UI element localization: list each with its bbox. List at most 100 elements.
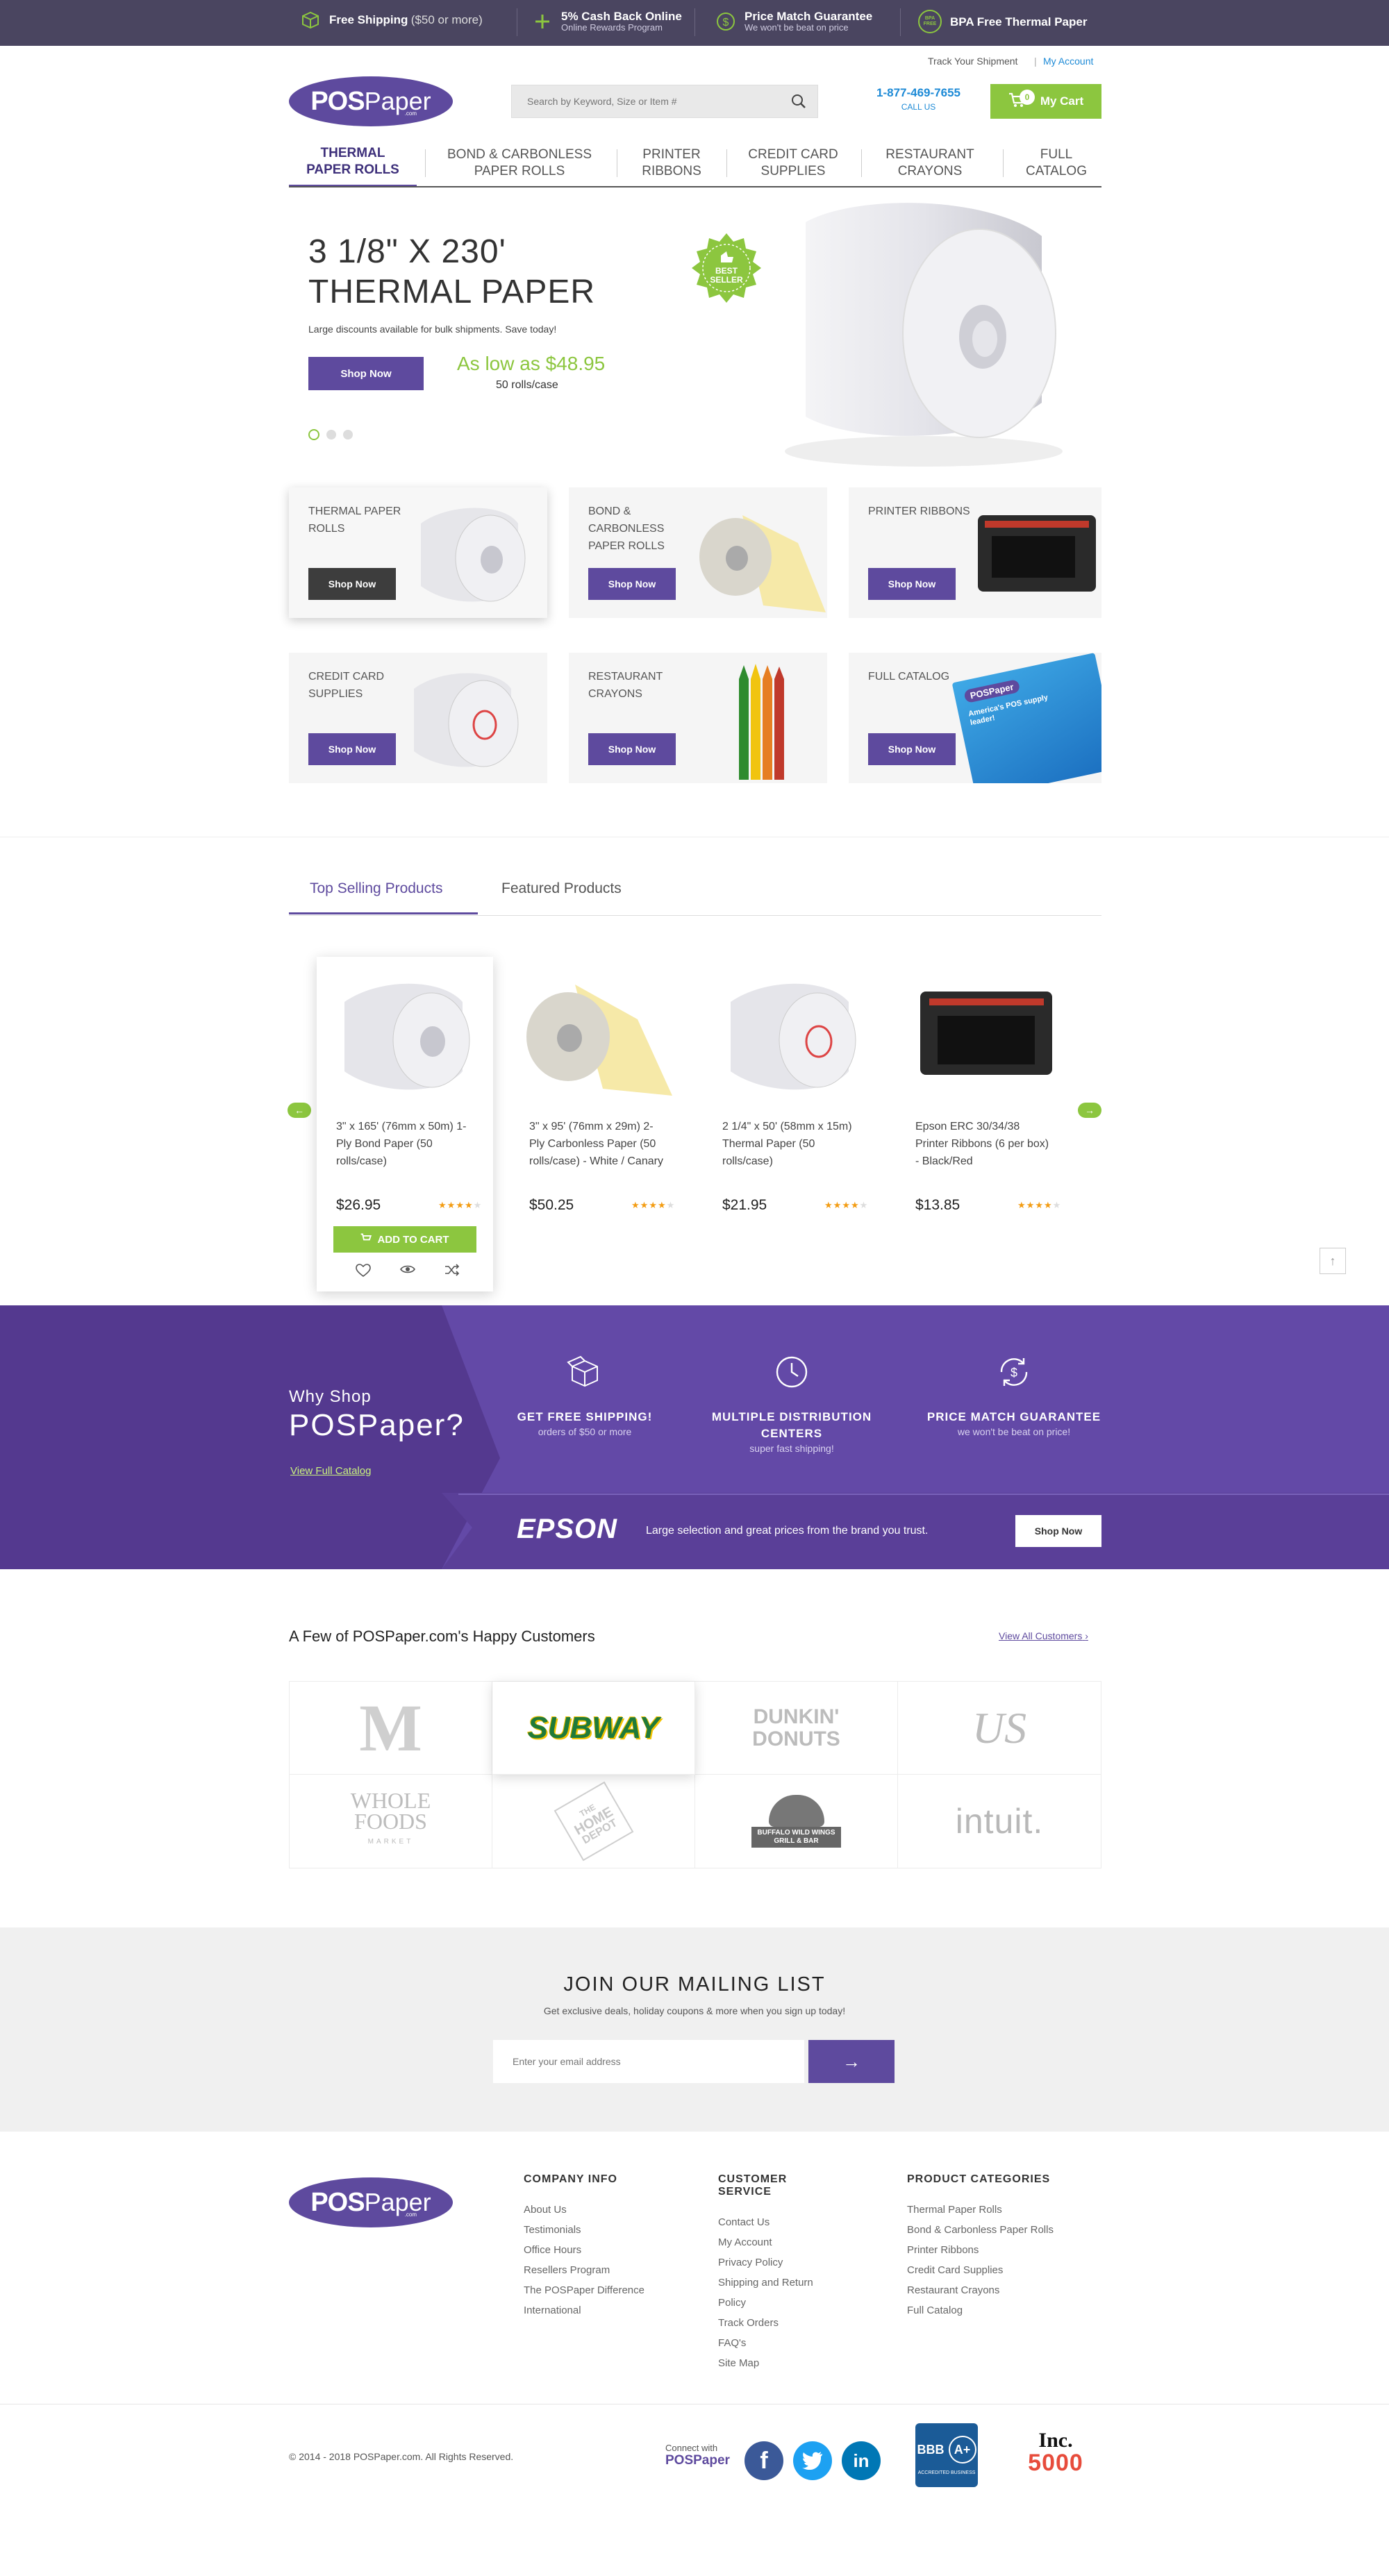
add-to-cart-button[interactable]: ADD TO CART [333,1226,476,1253]
footer-logo[interactable]: POS Paper .com [289,2177,453,2227]
why-feature-sub: orders of $50 or more [538,1426,632,1437]
product-name[interactable]: 2 1/4" x 50' (58mm x 15m) Thermal Paper … [722,1118,861,1170]
hero-title: 3 1/8" X 230' THERMAL PAPER [308,232,595,312]
category-label: FULL CATALOG [868,671,950,683]
site-logo[interactable]: POS Paper .com [289,76,453,126]
footer-link-international[interactable]: International [524,2300,644,2320]
carousel-dot[interactable] [326,430,336,440]
search-icon[interactable] [791,94,806,112]
footer-link-my-account[interactable]: My Account [718,2232,829,2252]
footer-link-site-map[interactable]: Site Map [718,2353,829,2373]
tab-top-selling[interactable]: Top Selling Products [310,880,442,897]
product-name[interactable]: 3" x 95' (76mm x 29m) 2-Ply Carbonless P… [529,1118,668,1170]
inc-5000-badge[interactable]: Inc. 5000 [1010,2430,1101,2475]
my-account-link[interactable]: My Account [1043,56,1093,67]
footer-link-office-hours[interactable]: Office Hours [524,2240,644,2260]
search-input[interactable] [512,85,769,117]
chevron-right-icon: › [1085,1630,1088,1641]
logo-text: M [359,1691,422,1765]
epson-shop-now-button[interactable]: Shop Now [1015,1515,1101,1547]
product-name[interactable]: Epson ERC 30/34/38 Printer Ribbons (6 pe… [915,1118,1054,1170]
product-card[interactable]: 2 1/4" x 50' (58mm x 15m) Thermal Paper … [703,957,879,1291]
footer-link-testimonials[interactable]: Testimonials [524,2220,644,2240]
tab-featured[interactable]: Featured Products [501,880,622,897]
promo-free-shipping[interactable]: Free Shipping ($50 or more) [300,10,483,31]
quick-view-eye-icon[interactable] [400,1264,415,1275]
footer-link-track-orders[interactable]: Track Orders [718,2313,829,2333]
footer-link-about[interactable]: About Us [524,2200,644,2220]
price-prefix: As low as [457,353,540,374]
category-shop-now-button[interactable]: Shop Now [588,568,676,600]
star-icon: ★ [438,1200,447,1210]
nav-printer-ribbons[interactable]: PRINTER RIBBONS [625,139,718,187]
promo-main: Free Shipping [329,13,408,26]
product-card[interactable]: Epson ERC 30/34/38 Printer Ribbons (6 pe… [896,957,1072,1291]
footer-link-ribbons[interactable]: Printer Ribbons [907,2240,1054,2260]
view-all-customers-link[interactable]: View All Customers › [999,1630,1088,1641]
footer-link-crayons[interactable]: Restaurant Crayons [907,2280,1054,2300]
category-shop-now-button[interactable]: Shop Now [868,733,956,765]
why-big-title: POSPaper? [289,1408,465,1442]
promo-cash-back[interactable]: 5% Cash Back Online Online Rewards Progra… [532,10,682,33]
star-icon: ★ [833,1200,842,1210]
track-shipment-link[interactable]: Track Your Shipment [928,56,1017,67]
category-card-crayons[interactable]: RESTAURANT CRAYONS Shop Now [569,653,827,783]
category-card-full-catalog[interactable]: FULL CATALOG Shop Now POSPaper America's… [849,653,1101,783]
star-icon: ★ [666,1200,676,1210]
bbb-rating: A+ [948,2436,976,2464]
plus-icon [532,11,553,32]
nav-restaurant-crayons[interactable]: RESTAURANT CRAYONS [870,139,990,187]
carousel-next-button[interactable]: → [1078,1103,1101,1118]
product-card[interactable]: 3" x 95' (76mm x 29m) 2-Ply Carbonless P… [510,957,686,1291]
product-name[interactable]: 3" x 165' (76mm x 50m) 1-Ply Bond Paper … [336,1118,475,1170]
category-shop-now-button[interactable]: Shop Now [588,733,676,765]
nav-full-catalog[interactable]: FULL CATALOG [1011,139,1101,187]
carousel-dot-active[interactable] [308,429,319,440]
catalog-logo: POSPaper [963,678,1021,704]
bbb-accredited-badge[interactable]: BBB A+ ACCREDITED BUSINESS [915,2423,978,2487]
category-card-printer-ribbons[interactable]: PRINTER RIBBONS Shop Now [849,487,1101,618]
view-full-catalog-link[interactable]: View Full Catalog [290,1465,371,1477]
product-card[interactable]: 3" x 165' (76mm x 50m) 1-Ply Bond Paper … [317,957,493,1291]
footer-link-thermal[interactable]: Thermal Paper Rolls [907,2200,1054,2220]
category-shop-now-button[interactable]: Shop Now [308,733,396,765]
cart-button[interactable]: 0 My Cart [990,84,1101,119]
category-card-bond-carbonless[interactable]: BOND & CARBONLESS PAPER ROLLS Shop Now [569,487,827,618]
promo-price-match[interactable]: $ Price Match Guarantee We won't be beat … [715,10,872,33]
email-input[interactable] [493,2040,804,2083]
phone-block[interactable]: 1-877-469-7655 CALL US [868,86,969,112]
category-card-credit-card[interactable]: CREDIT CARD SUPPLIES Shop Now [289,653,547,783]
box-icon [300,10,321,31]
footer-link-privacy[interactable]: Privacy Policy [718,2252,829,2273]
footer-link-shipping-return[interactable]: Shipping and Return Policy [718,2273,829,2313]
nav-bond-carbonless[interactable]: BOND & CARBONLESS PAPER ROLLS [433,139,606,187]
nav-thermal-paper-rolls[interactable]: THERMAL PAPER ROLLS [289,139,417,187]
footer-link-difference[interactable]: The POSPaper Difference [524,2280,644,2300]
back-to-top-button[interactable]: ↑ [1320,1248,1346,1274]
carousel-prev-button[interactable]: ← [288,1103,311,1118]
nav-label-line: SUPPLIES [760,164,826,178]
category-shop-now-button[interactable]: Shop Now [308,568,396,600]
carousel-dot[interactable] [343,430,353,440]
why-small-title: Why Shop [289,1387,372,1406]
category-shop-now-button[interactable]: Shop Now [868,568,956,600]
wishlist-heart-icon[interactable] [356,1264,371,1278]
epson-logo[interactable]: EPSON [517,1514,617,1545]
category-card-thermal[interactable]: THERMAL PAPER ROLLS Shop Now [289,487,547,618]
divider [861,149,862,177]
footer-link-faq[interactable]: FAQ's [718,2333,829,2353]
facebook-icon[interactable]: f [745,2441,783,2480]
footer-link-bond-carbonless[interactable]: Bond & Carbonless Paper Rolls [907,2220,1054,2240]
footer-link-full-catalog[interactable]: Full Catalog [907,2300,1054,2320]
linkedin-icon[interactable]: in [842,2441,881,2480]
footer-link-contact[interactable]: Contact Us [718,2212,829,2232]
promo-bpa-free[interactable]: BPA FREE BPA Free Thermal Paper [918,10,1087,33]
compare-shuffle-icon[interactable] [444,1264,460,1276]
footer-link-resellers[interactable]: Resellers Program [524,2260,644,2280]
subscribe-button[interactable]: → [808,2040,895,2083]
footer-link-credit-card[interactable]: Credit Card Supplies [907,2260,1054,2280]
twitter-icon[interactable] [793,2441,832,2480]
promo-sub: ($50 or more) [410,13,483,26]
nav-credit-card-supplies[interactable]: CREDIT CARD SUPPLIES [735,139,851,187]
hero-shop-now-button[interactable]: Shop Now [308,357,424,390]
